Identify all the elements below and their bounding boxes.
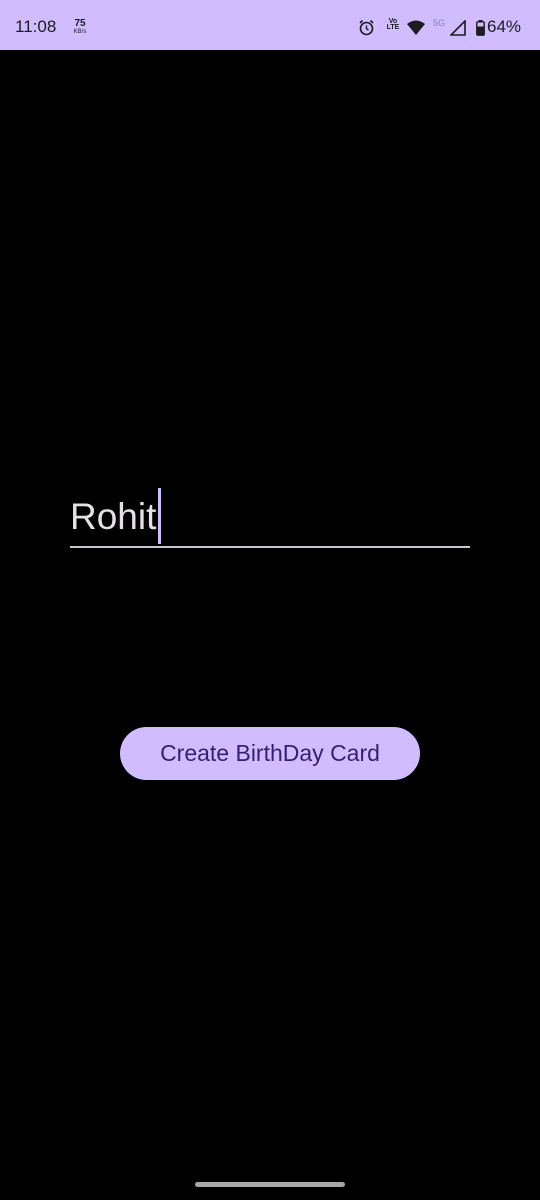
network-speed-unit: KB/s xyxy=(73,29,87,35)
volte-indicator: Vo LTE xyxy=(384,18,402,69)
network-type-label: 5G xyxy=(433,18,446,28)
create-birthday-card-button[interactable]: Create BirthDay Card xyxy=(120,727,420,780)
alarm-icon xyxy=(358,19,375,69)
network-speed-value: 75 xyxy=(74,18,86,29)
name-input-value[interactable]: Rohit xyxy=(70,496,156,538)
battery-icon xyxy=(476,20,485,70)
home-gesture-bar[interactable] xyxy=(195,1182,345,1187)
text-cursor xyxy=(158,488,161,544)
battery-percent: 64% xyxy=(487,17,522,36)
signal-icon xyxy=(449,19,466,70)
status-bar: 11:08 75 KB/s Vo LTE 5G 64% xyxy=(0,0,540,50)
status-time: 11:08 xyxy=(15,17,57,36)
network-speed: 75 KB/s xyxy=(70,19,90,37)
input-underline xyxy=(70,546,470,548)
wifi-icon xyxy=(407,20,425,70)
volte-label-bottom: LTE xyxy=(386,24,400,31)
name-input[interactable]: Rohit xyxy=(70,488,470,550)
